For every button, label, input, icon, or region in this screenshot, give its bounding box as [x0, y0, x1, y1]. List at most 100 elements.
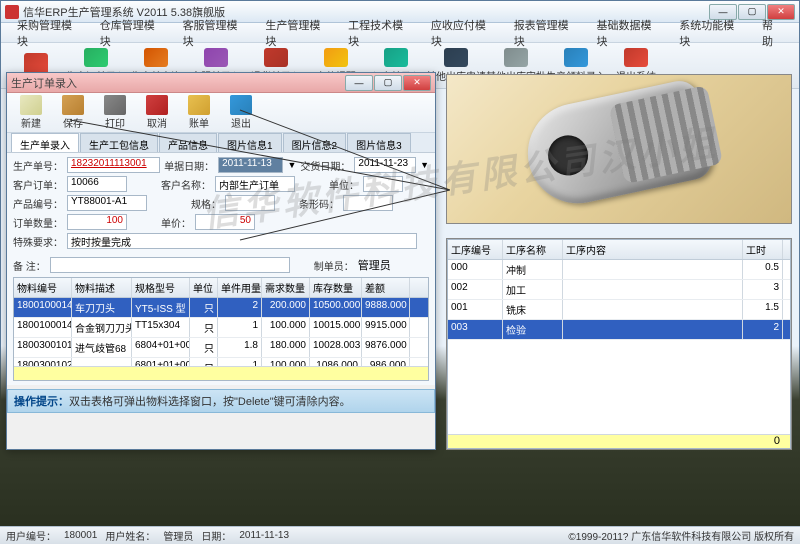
- remark-field[interactable]: [50, 257, 290, 273]
- child-close-button[interactable]: ✕: [403, 75, 431, 91]
- menu-item[interactable]: 帮助: [752, 17, 793, 49]
- column-header[interactable]: 工时: [743, 240, 783, 259]
- deliver-date-field[interactable]: 2011-11-23: [354, 157, 416, 173]
- child-title: 生产订单录入: [11, 75, 345, 91]
- tab[interactable]: 图片信息2: [283, 133, 347, 152]
- menu-item[interactable]: 报表管理模块: [504, 17, 587, 49]
- child-minimize-button[interactable]: —: [345, 75, 373, 91]
- prod-no-field[interactable]: YT88001-A1: [67, 195, 147, 211]
- order-no-field[interactable]: 18232011113001: [67, 157, 160, 173]
- table-cell: 6804+01+00: [132, 338, 190, 357]
- table-cell: [563, 320, 743, 339]
- child-toolbar-icon: [230, 95, 252, 115]
- table-cell: 9876.000: [362, 338, 410, 357]
- deliver-date-label: 交货日期：: [300, 158, 350, 173]
- order-date-field[interactable]: 2011-11-13: [218, 157, 283, 173]
- price-field[interactable]: 50: [195, 214, 255, 230]
- menu-item[interactable]: 工程技术模块: [338, 17, 421, 49]
- table-cell: 车刀刀头: [72, 298, 132, 317]
- table-row[interactable]: 002加工3: [448, 280, 790, 300]
- column-header[interactable]: 工序内容: [563, 240, 743, 259]
- table-row[interactable]: 000冲制0.5: [448, 260, 790, 280]
- child-toolbar-button[interactable]: 保存: [53, 95, 93, 130]
- hint-bar: 操作提示：双击表格可弹出物料选择窗口，按"Delete"键可清除内容。: [7, 389, 435, 413]
- child-toolbar-button[interactable]: 退出: [221, 95, 261, 130]
- menu-item[interactable]: 仓库管理模块: [90, 17, 173, 49]
- dropdown-icon[interactable]: ▼: [287, 160, 296, 170]
- menu-item[interactable]: 系统功能模块: [669, 17, 752, 49]
- unit-field[interactable]: [363, 176, 403, 192]
- column-header[interactable]: 单位: [190, 278, 218, 297]
- table-row[interactable]: 003检验2: [448, 320, 790, 340]
- table-cell: 10015.000: [310, 318, 362, 337]
- menu-item[interactable]: 生产管理模块: [255, 17, 338, 49]
- spec-field[interactable]: [225, 195, 275, 211]
- table-cell: 2: [743, 320, 783, 339]
- process-grid[interactable]: 工序编号工序名称工序内容工时 000冲制0.5002加工3001铣床1.5003…: [447, 239, 791, 449]
- table-cell: 只: [190, 298, 218, 317]
- table-cell: 003: [448, 320, 503, 339]
- column-header[interactable]: 规格型号: [132, 278, 190, 297]
- column-header[interactable]: 物料描述: [72, 278, 132, 297]
- status-uid: 180001: [64, 530, 97, 541]
- table-cell: [563, 280, 743, 299]
- tab[interactable]: 图片信息1: [218, 133, 282, 152]
- column-header[interactable]: 差额: [362, 278, 410, 297]
- table-row[interactable]: 1800100014合金钢刀刀头TT15x304只1100.00010015.0…: [14, 318, 428, 338]
- table-row[interactable]: 1800100014车刀刀头YT5-ISS 型只2200.00010500.00…: [14, 298, 428, 318]
- material-grid[interactable]: 物料编号物料描述规格型号单位单件用量需求数量库存数量差额 1800100014车…: [13, 277, 429, 381]
- barcode-field[interactable]: [343, 195, 393, 211]
- child-toolbar-label: 打印: [105, 115, 125, 130]
- menu-item[interactable]: 基础数据模块: [586, 17, 669, 49]
- cust-order-field[interactable]: 10066: [67, 176, 127, 192]
- status-uname: 管理员: [163, 528, 193, 543]
- menu-item[interactable]: 客服管理模块: [173, 17, 256, 49]
- column-header[interactable]: 库存数量: [310, 278, 362, 297]
- tab[interactable]: 生产工包信息: [80, 133, 158, 152]
- table-row[interactable]: 1800300101进气歧管686804+01+00只1.8180.000100…: [14, 338, 428, 358]
- table-cell: 100.000: [262, 358, 310, 366]
- table-cell: 1: [218, 318, 262, 337]
- menu-item[interactable]: 应收应付模块: [421, 17, 504, 49]
- column-header[interactable]: 工序编号: [448, 240, 503, 259]
- child-toolbar-button[interactable]: 账单: [179, 95, 219, 130]
- table-cell: [563, 300, 743, 319]
- child-toolbar-button[interactable]: 打印: [95, 95, 135, 130]
- column-header[interactable]: 工序名称: [503, 240, 563, 259]
- table-cell: 1.8: [218, 338, 262, 357]
- table-cell: 180.000: [262, 338, 310, 357]
- table-cell: 1: [218, 358, 262, 366]
- toolbar-icon: [264, 48, 288, 67]
- child-toolbar-button[interactable]: 取消: [137, 95, 177, 130]
- child-toolbar-label: 保存: [63, 115, 83, 130]
- table-cell: 合金钢刀刀头: [72, 318, 132, 337]
- maker-value: 管理员: [358, 257, 391, 273]
- table-row[interactable]: 001铣床1.5: [448, 300, 790, 320]
- table-cell: 只: [190, 318, 218, 337]
- tab[interactable]: 产品信息: [159, 133, 217, 152]
- statusbar: 用户编号： 180001 用户姓名： 管理员 日期： 2011-11-13 ©1…: [0, 526, 800, 544]
- spec-label: 规格：: [191, 196, 221, 211]
- table-cell: 100.000: [262, 318, 310, 337]
- table-cell: 986.000: [362, 358, 410, 366]
- dropdown-icon[interactable]: ▼: [420, 160, 429, 170]
- order-date-label: 单据日期：: [164, 158, 214, 173]
- cust-name-field[interactable]: 内部生产订单: [215, 176, 295, 192]
- tab[interactable]: 图片信息3: [347, 133, 411, 152]
- table-cell: 3: [743, 280, 783, 299]
- table-row[interactable]: 18003001026801+01+00只1100.0001086.000986…: [14, 358, 428, 366]
- product-image: [519, 77, 716, 212]
- qty-field[interactable]: 100: [67, 214, 127, 230]
- column-header[interactable]: 物料编号: [14, 278, 72, 297]
- column-header[interactable]: 需求数量: [262, 278, 310, 297]
- child-toolbar-button[interactable]: 新建: [11, 95, 51, 130]
- table-cell: 1086.000: [310, 358, 362, 366]
- tab[interactable]: 生产单录入: [11, 133, 79, 152]
- child-maximize-button[interactable]: ▢: [374, 75, 402, 91]
- table-cell: 001: [448, 300, 503, 319]
- order-form: 生产单号： 18232011113001 单据日期： 2011-11-13 ▼ …: [7, 153, 435, 385]
- special-field[interactable]: 按时按量完成: [67, 233, 417, 249]
- menu-item[interactable]: 采购管理模块: [7, 17, 90, 49]
- table-cell: 1800300101: [14, 338, 72, 357]
- column-header[interactable]: 单件用量: [218, 278, 262, 297]
